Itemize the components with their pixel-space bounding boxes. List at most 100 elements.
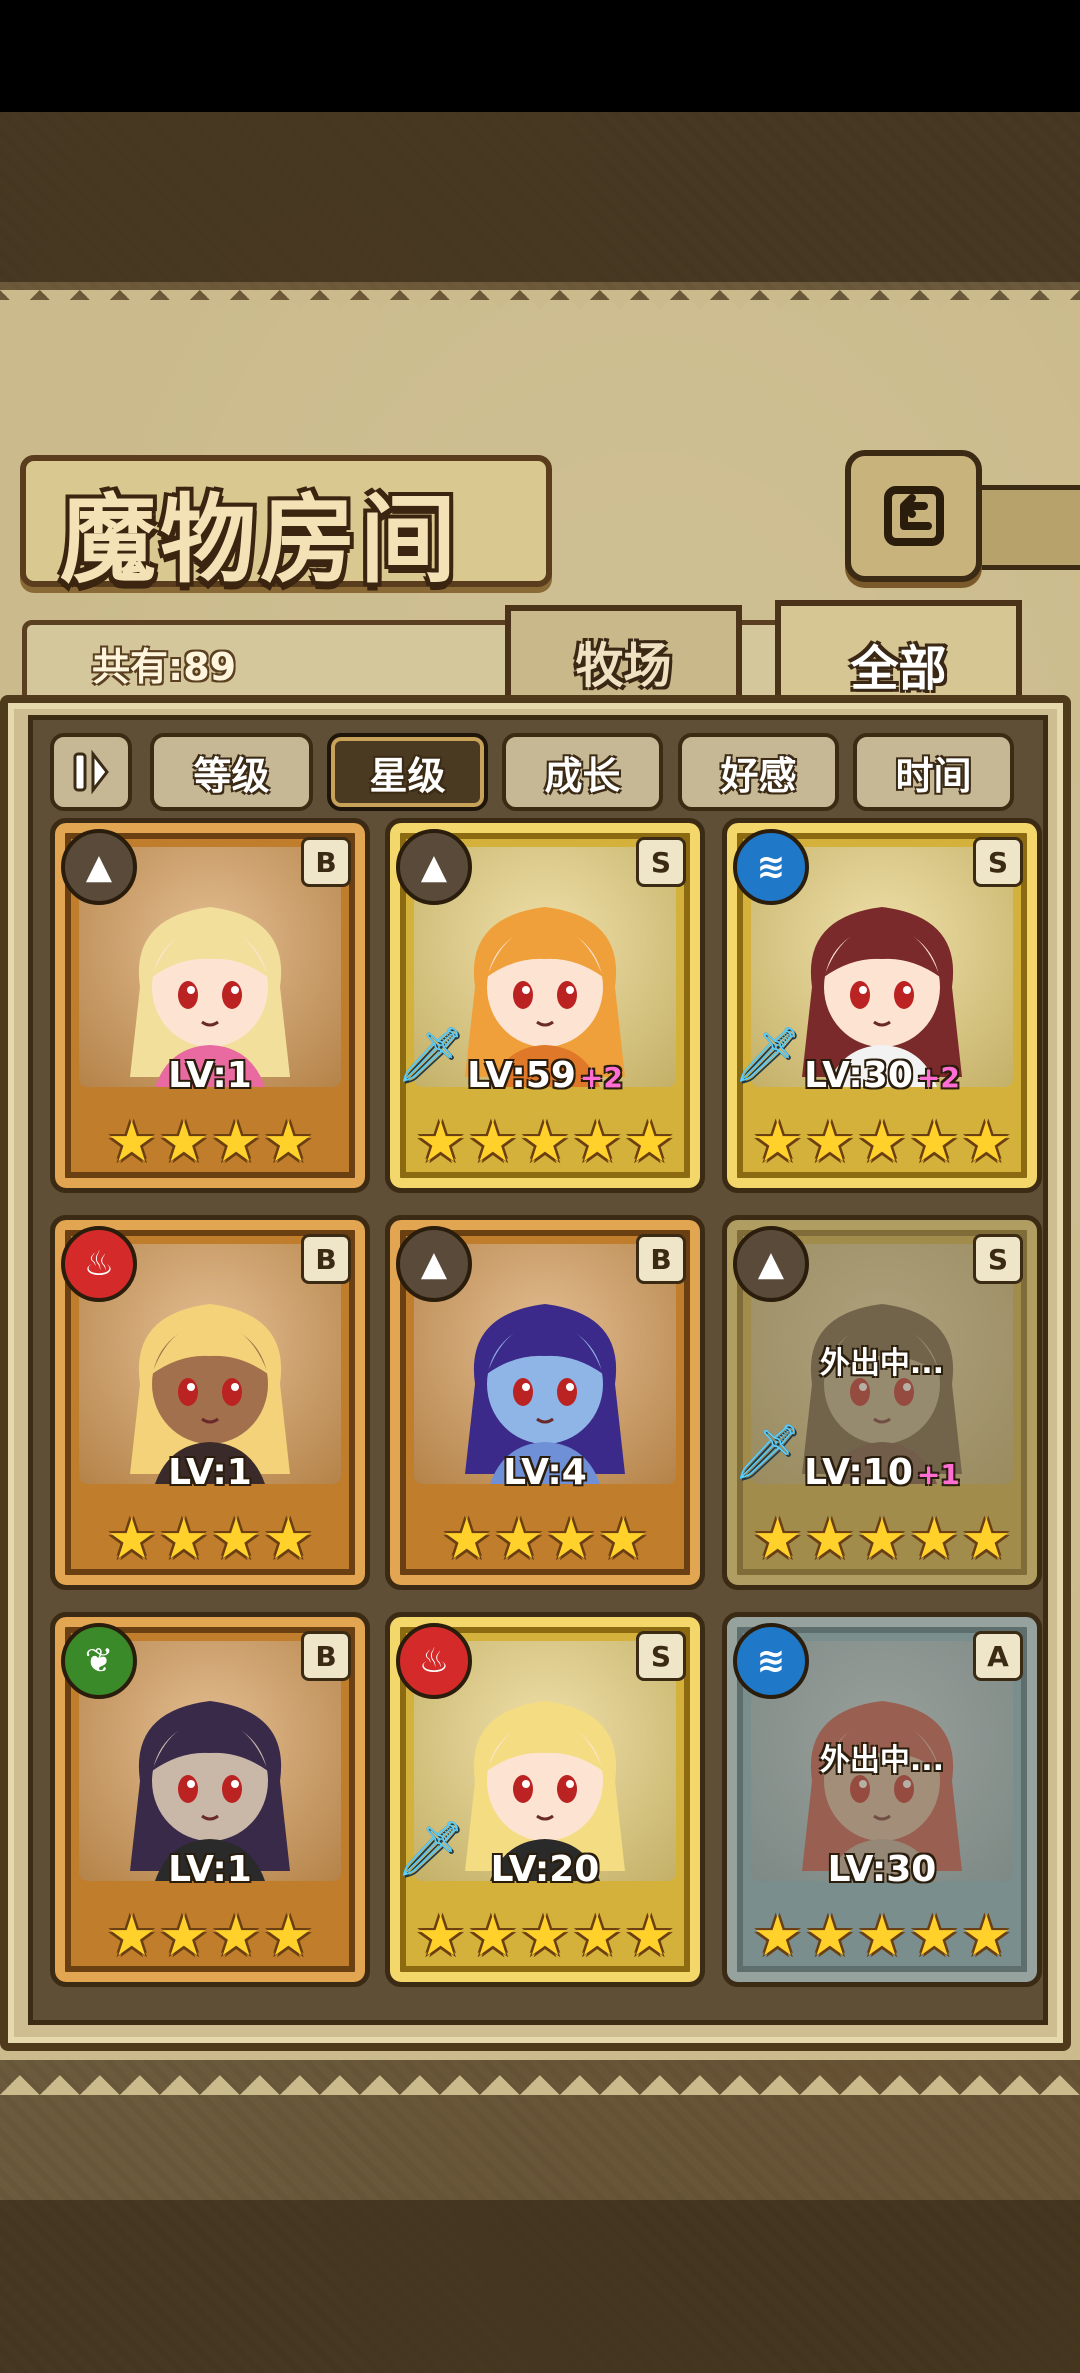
- star-icon: ★: [804, 1904, 855, 1969]
- star-icon: ★: [624, 1110, 675, 1175]
- page-title: 魔物房间: [60, 483, 460, 596]
- star-icon: ★: [467, 1110, 518, 1175]
- rank-badge: B: [301, 1631, 351, 1681]
- level-text: LV:1: [168, 1055, 252, 1096]
- star-icon: ★: [909, 1904, 960, 1969]
- star-icon: ★: [493, 1507, 544, 1572]
- star-rating: ★ ★ ★ ★ ★: [747, 1907, 1017, 1967]
- star-icon: ★: [158, 1507, 209, 1572]
- star-icon: ★: [856, 1507, 908, 1572]
- sort-star-button[interactable]: 星级: [327, 733, 488, 811]
- star-icon: ★: [572, 1904, 623, 1969]
- star-icon: ★: [441, 1507, 492, 1572]
- sort-growth-button[interactable]: 成长: [502, 733, 663, 811]
- star-icon: ★: [106, 1904, 157, 1969]
- monster-count: 共有:89: [92, 645, 237, 689]
- rank-badge: S: [973, 837, 1023, 887]
- level-text: LV:20: [490, 1849, 600, 1890]
- star-icon: ★: [211, 1904, 262, 1969]
- monster-card[interactable]: ▲ S 🗡 LV:59 +2 ★ ★ ★ ★ ★: [385, 818, 705, 1193]
- bottom-band: [0, 2200, 1080, 2373]
- status-bar: [0, 0, 1080, 112]
- level-text: LV:59: [467, 1055, 576, 1096]
- star-icon: ★: [961, 1110, 1012, 1175]
- star-icon: ★: [752, 1904, 803, 1969]
- star-icon: ★: [856, 1904, 908, 1969]
- rank-badge: S: [636, 1631, 686, 1681]
- monster-card[interactable]: ♨ B LV:1 ★ ★ ★ ★: [50, 1215, 370, 1590]
- monster-level: LV:4: [390, 1452, 700, 1493]
- grass-element-icon: ❦: [61, 1623, 137, 1699]
- star-icon: ★: [752, 1507, 803, 1572]
- star-rating: ★ ★ ★ ★ ★: [747, 1113, 1017, 1173]
- star-rating: ★ ★ ★ ★: [75, 1907, 345, 1967]
- monster-level: LV:59 +2: [390, 1055, 700, 1096]
- star-icon: ★: [961, 1904, 1012, 1969]
- sort-order-toggle[interactable]: [50, 733, 132, 811]
- monster-level: LV:1: [55, 1452, 365, 1493]
- rank-badge: S: [973, 1234, 1023, 1284]
- star-icon: ★: [263, 1507, 314, 1572]
- earth-element-icon: ▲: [396, 1226, 472, 1302]
- level-text: LV:4: [503, 1452, 587, 1493]
- sort-time-button[interactable]: 时间: [853, 733, 1014, 811]
- monster-level: LV:1: [55, 1055, 365, 1096]
- top-band: [0, 112, 1080, 282]
- monster-card[interactable]: ≋ S 🗡 LV:30 +2 ★ ★ ★ ★ ★: [722, 818, 1042, 1193]
- rank-badge: A: [973, 1631, 1023, 1681]
- level-text: LV:30: [827, 1849, 937, 1890]
- rank-badge: B: [301, 837, 351, 887]
- pause-sort-icon: [73, 750, 109, 794]
- level-bonus: +2: [916, 1061, 960, 1094]
- star-icon: ★: [804, 1507, 855, 1572]
- monster-card[interactable]: ❦ B LV:1 ★ ★ ★ ★: [50, 1612, 370, 1987]
- sort-level-button[interactable]: 等级: [150, 733, 313, 811]
- panel-bottom-edge: [0, 2055, 1080, 2095]
- level-bonus: +1: [916, 1458, 960, 1491]
- star-icon: ★: [211, 1110, 262, 1175]
- star-icon: ★: [909, 1507, 960, 1572]
- star-icon: ★: [572, 1110, 623, 1175]
- rank-badge: B: [636, 1234, 686, 1284]
- water-element-icon: ≋: [733, 829, 809, 905]
- star-icon: ★: [909, 1110, 960, 1175]
- monster-card[interactable]: ▲ B LV:4 ★ ★ ★ ★: [385, 1215, 705, 1590]
- level-text: LV:1: [168, 1849, 252, 1890]
- monster-level: LV:30: [727, 1849, 1037, 1890]
- star-icon: ★: [519, 1110, 571, 1175]
- monster-card[interactable]: ♨ S 🗡 LV:20 ★ ★ ★ ★ ★: [385, 1612, 705, 1987]
- star-rating: ★ ★ ★ ★ ★: [410, 1113, 680, 1173]
- star-icon: ★: [804, 1110, 855, 1175]
- away-status: 外出中...: [819, 1743, 945, 1778]
- star-icon: ★: [211, 1507, 262, 1572]
- level-text: LV:1: [168, 1452, 252, 1493]
- star-rating: ★ ★ ★ ★ ★: [410, 1907, 680, 1967]
- monster-card[interactable]: 外出中... ≋ A LV:30 ★ ★ ★ ★ ★: [722, 1612, 1042, 1987]
- monster-card[interactable]: ▲ B LV:1 ★ ★ ★ ★: [50, 818, 370, 1193]
- rank-badge: S: [636, 837, 686, 887]
- star-icon: ★: [158, 1110, 209, 1175]
- star-icon: ★: [415, 1110, 466, 1175]
- star-rating: ★ ★ ★ ★ ★: [747, 1510, 1017, 1570]
- star-icon: ★: [158, 1904, 209, 1969]
- monster-level: LV:10 +1: [727, 1452, 1037, 1493]
- level-bonus: +2: [579, 1061, 623, 1094]
- star-icon: ★: [263, 1110, 314, 1175]
- earth-element-icon: ▲: [61, 829, 137, 905]
- back-button[interactable]: [845, 450, 982, 582]
- panel-top-edge: [0, 290, 1080, 330]
- fire-element-icon: ♨: [396, 1623, 472, 1699]
- monster-card[interactable]: 外出中... ▲ S 🗡 LV:10 +1 ★ ★ ★ ★ ★: [722, 1215, 1042, 1590]
- star-icon: ★: [624, 1904, 675, 1969]
- level-text: LV:10: [804, 1452, 913, 1493]
- fire-element-icon: ♨: [61, 1226, 137, 1302]
- star-icon: ★: [598, 1507, 649, 1572]
- back-rail: [965, 485, 1080, 570]
- sort-affection-button[interactable]: 好感: [678, 733, 839, 811]
- star-icon: ★: [415, 1904, 466, 1969]
- star-icon: ★: [106, 1507, 157, 1572]
- star-icon: ★: [106, 1110, 157, 1175]
- earth-element-icon: ▲: [733, 1226, 809, 1302]
- rank-badge: B: [301, 1234, 351, 1284]
- star-rating: ★ ★ ★ ★: [75, 1510, 345, 1570]
